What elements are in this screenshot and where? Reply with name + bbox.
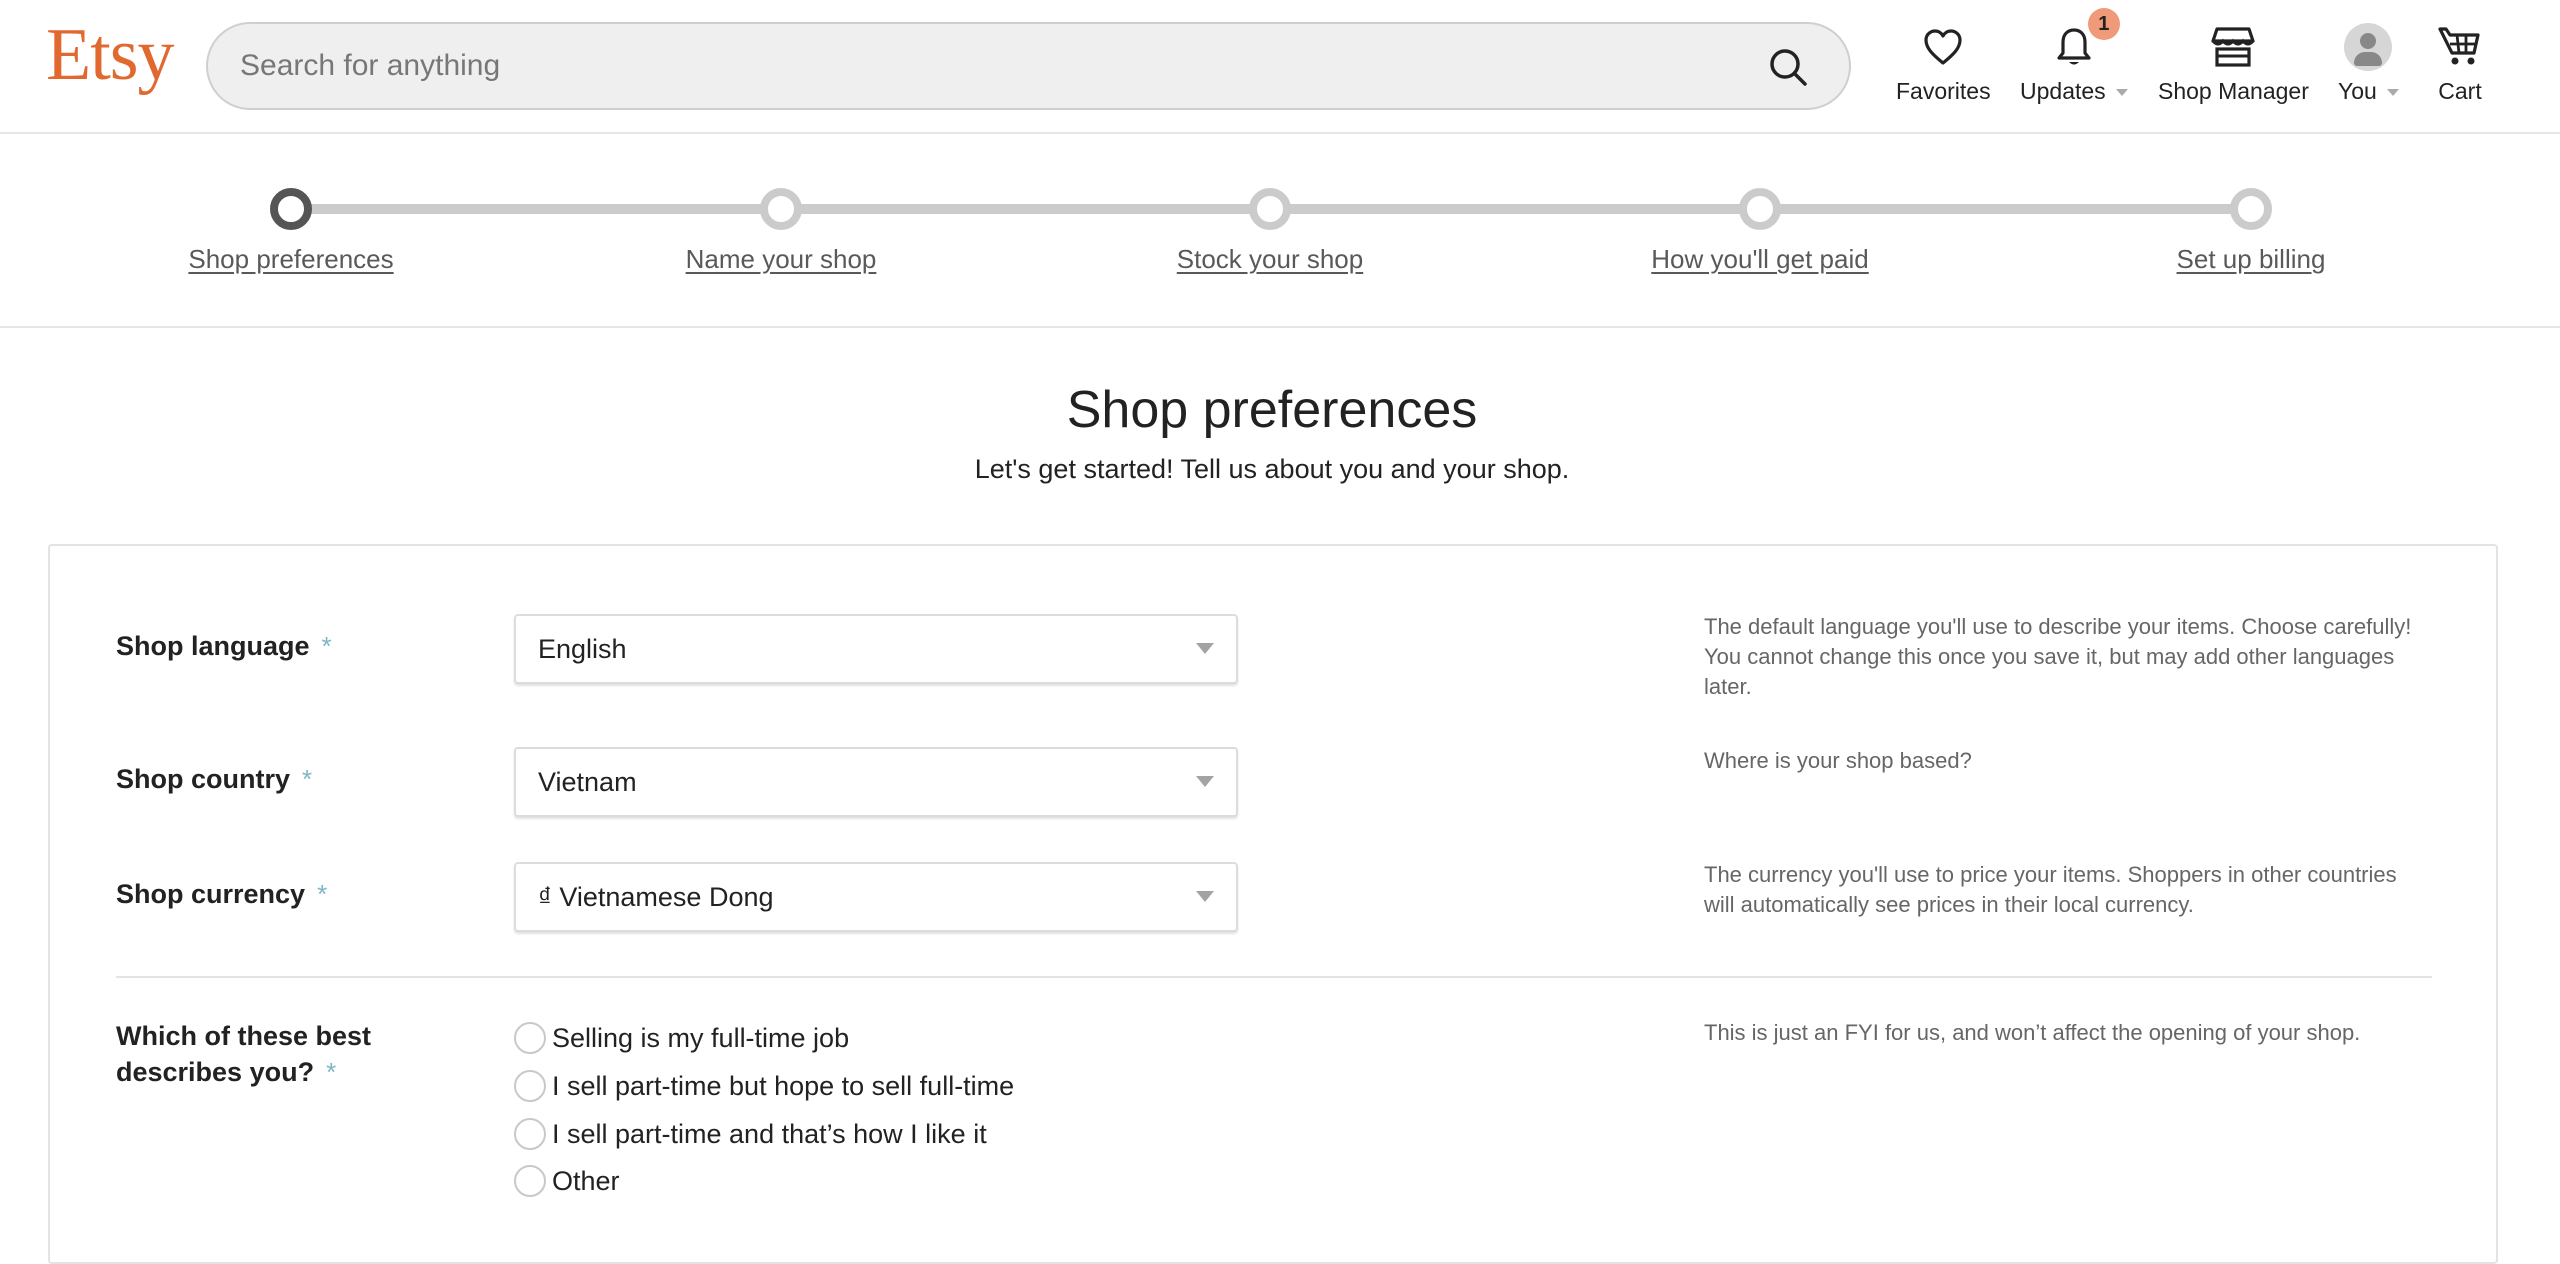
field-label-text: describes you?	[116, 1057, 315, 1087]
required-indicator: *	[326, 1057, 337, 1087]
cart-icon	[2438, 27, 2480, 65]
step-shop-preferences[interactable]: Shop preferences	[91, 188, 491, 275]
radio-label: Selling is my full-time job	[552, 1022, 850, 1053]
shop-language-label: Shop language *	[116, 628, 332, 664]
you-menu[interactable]: You	[2338, 22, 2399, 105]
radio-option-other[interactable]: Other	[514, 1165, 620, 1197]
storefront-icon	[2211, 27, 2256, 67]
dropdown-arrow-icon	[1196, 776, 1214, 787]
step-name-your-shop[interactable]: Name your shop	[581, 188, 981, 275]
radio-label: I sell part-time and that’s how I like i…	[552, 1118, 987, 1149]
shop-currency-select[interactable]: ₫ Vietnamese Dong	[514, 862, 1238, 932]
search-input[interactable]	[240, 24, 1740, 108]
etsy-logo[interactable]: Etsy	[46, 18, 175, 92]
field-label-text: Which of these best	[116, 1021, 372, 1051]
required-indicator: *	[302, 764, 313, 794]
caret-down-icon	[2386, 89, 2399, 96]
shop-preferences-form: Shop language * English The default langu…	[48, 544, 2498, 1264]
radio-option-part-time-like-it[interactable]: I sell part-time and that’s how I like i…	[514, 1118, 987, 1150]
caret-down-icon	[2115, 89, 2128, 96]
step-label: Set up billing	[2176, 244, 2326, 274]
shop-country-help: Where is your shop based?	[1704, 748, 1972, 773]
page-title: Shop preferences	[1066, 381, 1478, 439]
section-divider	[116, 976, 2432, 978]
favorites-link[interactable]: Favorites	[1896, 22, 1991, 105]
dropdown-arrow-icon	[1196, 891, 1214, 902]
required-indicator: *	[317, 879, 328, 909]
search-icon	[1770, 49, 1807, 86]
shop-currency-help: The currency you'll use to price your it…	[1704, 862, 2397, 917]
step-indicator	[760, 188, 802, 230]
selected-value: ₫ Vietnamese Dong	[538, 882, 774, 912]
cart-label: Cart	[2438, 78, 2482, 104]
field-label-text: Shop country	[116, 764, 290, 794]
selected-value: English	[538, 634, 627, 664]
search-button[interactable]	[1765, 44, 1813, 92]
updates-badge: 1	[2087, 8, 2120, 40]
cart-link[interactable]: Cart	[2438, 22, 2482, 105]
search-bar	[206, 22, 1851, 110]
step-label: How you'll get paid	[1651, 244, 1869, 274]
shop-manager-link[interactable]: Shop Manager	[2158, 22, 2309, 105]
page-subtitle: Let's get started! Tell us about you and…	[974, 454, 1570, 484]
step-indicator	[270, 188, 312, 230]
shop-language-help: The default language you'll use to descr…	[1704, 614, 2412, 699]
field-label-text: Shop language	[116, 631, 310, 661]
radio-button[interactable]	[514, 1070, 546, 1102]
shop-country-label: Shop country *	[116, 761, 312, 797]
radio-button[interactable]	[514, 1022, 546, 1054]
radio-button[interactable]	[514, 1165, 546, 1197]
selected-value: Vietnam	[538, 767, 637, 797]
describe-you-label: Which of these best describes you? *	[116, 1018, 371, 1090]
radio-label: I sell part-time but hope to sell full-t…	[552, 1070, 1015, 1101]
step-label: Shop preferences	[188, 244, 394, 274]
heart-icon	[1924, 29, 1962, 65]
avatar	[2344, 23, 2393, 71]
updates-link[interactable]: 1 Updates	[2020, 8, 2128, 105]
step-indicator	[1249, 188, 1291, 230]
onboarding-stepper: Shop preferences Name your shop Stock yo…	[0, 136, 2560, 328]
step-indicator	[2230, 188, 2272, 230]
step-indicator	[1739, 188, 1781, 230]
step-label: Name your shop	[685, 244, 877, 274]
bell-icon	[2057, 28, 2091, 65]
required-indicator: *	[321, 631, 332, 661]
shop-country-select[interactable]: Vietnam	[514, 747, 1238, 817]
step-label: Stock your shop	[1176, 244, 1364, 274]
site-header: Etsy Favorites 1 Updates	[0, 0, 2560, 134]
shop-currency-label: Shop currency *	[116, 876, 327, 912]
field-label-text: Shop currency	[116, 879, 306, 909]
you-label: You	[2338, 78, 2377, 104]
updates-label: Updates	[2020, 78, 2106, 104]
dropdown-arrow-icon	[1196, 643, 1214, 654]
step-stock-your-shop[interactable]: Stock your shop	[1070, 188, 1470, 275]
describe-you-help: This is just an FYI for us, and won’t af…	[1704, 1020, 2361, 1045]
radio-button[interactable]	[514, 1118, 546, 1150]
radio-label: Other	[552, 1165, 620, 1196]
shop-manager-label: Shop Manager	[2158, 78, 2309, 104]
radio-option-full-time[interactable]: Selling is my full-time job	[514, 1022, 849, 1054]
step-how-youll-get-paid[interactable]: How you'll get paid	[1560, 188, 1960, 275]
favorites-label: Favorites	[1896, 78, 1991, 104]
shop-language-select[interactable]: English	[514, 614, 1238, 684]
radio-option-part-time-hope-full[interactable]: I sell part-time but hope to sell full-t…	[514, 1070, 1014, 1102]
step-set-up-billing[interactable]: Set up billing	[2051, 188, 2451, 275]
